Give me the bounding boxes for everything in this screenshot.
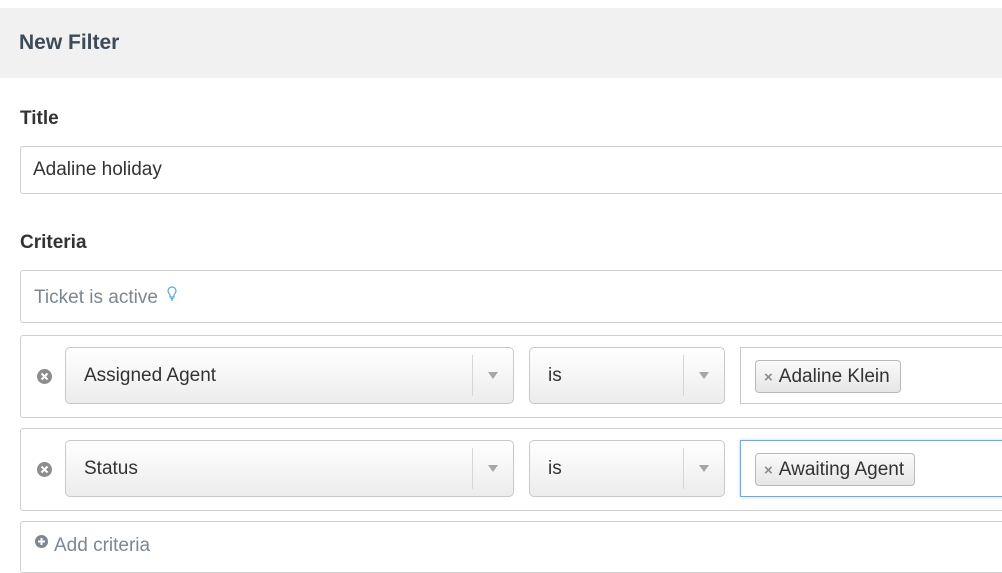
operator-select-value: is: [548, 458, 562, 479]
dropdown-arrow-icon: [699, 465, 709, 472]
operator-select-value: is: [548, 365, 562, 386]
active-hint-text: Ticket is active: [34, 287, 158, 308]
add-circle-icon: [34, 520, 49, 568]
operator-select[interactable]: is: [529, 440, 725, 497]
select-divider: [472, 355, 473, 396]
lightbulb-icon: [167, 269, 177, 322]
remove-circle-icon[interactable]: [36, 368, 53, 385]
select-divider: [683, 448, 684, 489]
select-divider: [683, 355, 684, 396]
title-input[interactable]: [20, 146, 1002, 194]
dropdown-arrow-icon: [488, 465, 498, 472]
value-input[interactable]: × Adaline Klein: [740, 347, 1002, 404]
field-select[interactable]: Assigned Agent: [65, 347, 514, 404]
tag-remove-icon[interactable]: ×: [764, 462, 773, 479]
criteria-row: Assigned Agent is × Adaline Klein: [20, 335, 1002, 418]
criteria-label: Criteria: [20, 232, 87, 253]
dropdown-arrow-icon: [699, 372, 709, 379]
value-tag: × Adaline Klein: [755, 360, 901, 393]
field-select-value: Status: [84, 458, 138, 479]
page-title: New Filter: [19, 31, 120, 54]
active-hint: Ticket is active: [20, 270, 1002, 323]
value-input[interactable]: × Awaiting Agent: [740, 440, 1002, 497]
select-divider: [472, 448, 473, 489]
value-tag-label: Adaline Klein: [778, 366, 890, 387]
tag-remove-icon[interactable]: ×: [764, 369, 773, 386]
field-select[interactable]: Status: [65, 440, 514, 497]
filter-header: New Filter: [0, 8, 1002, 78]
add-criteria-button[interactable]: Add criteria: [20, 521, 1002, 573]
remove-circle-icon[interactable]: [36, 461, 53, 478]
value-tag: × Awaiting Agent: [755, 453, 916, 486]
criteria-row: Status is × Awaiting Agent: [20, 428, 1002, 511]
add-criteria-label: Add criteria: [54, 535, 151, 556]
operator-select[interactable]: is: [529, 347, 725, 404]
dropdown-arrow-icon: [488, 372, 498, 379]
title-label: Title: [20, 108, 59, 129]
value-tag-label: Awaiting Agent: [778, 459, 905, 480]
field-select-value: Assigned Agent: [84, 365, 217, 386]
